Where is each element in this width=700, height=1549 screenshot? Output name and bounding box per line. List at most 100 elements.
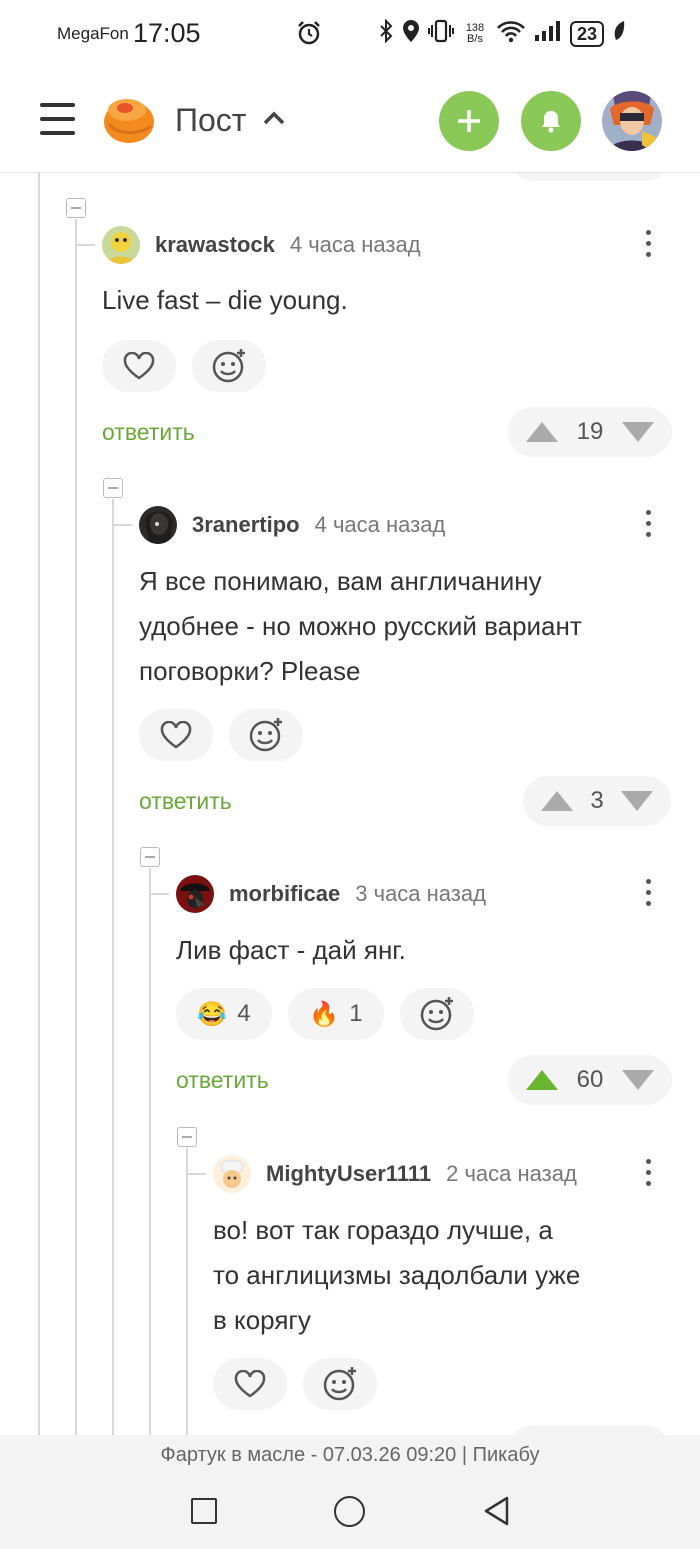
vote-widget: 19 (508, 407, 672, 457)
vote-widget: 60 (508, 1055, 672, 1105)
reaction-count: 4 (237, 1000, 251, 1027)
reactions-bar (139, 709, 303, 761)
menu-icon[interactable] (40, 103, 75, 135)
more-options-icon[interactable] (646, 1159, 652, 1189)
collapse-thread-button[interactable] (103, 478, 123, 498)
add-emoji-icon (212, 349, 245, 383)
heart-icon (234, 1370, 266, 1398)
reactions-bar (213, 1358, 377, 1410)
avatar[interactable] (102, 226, 140, 264)
downvote-arrow-icon[interactable] (621, 1070, 654, 1090)
thread-line (75, 219, 77, 1435)
comment-text: Я все понимаю, вам англичанину удобнее -… (139, 559, 582, 694)
comment: 3ranertipo 4 часа назад Я все понимаю, в… (139, 506, 679, 836)
location-icon (402, 19, 420, 49)
fire-emoji-icon: 🔥 (309, 1000, 340, 1028)
add-reaction-button[interactable] (400, 988, 474, 1040)
vote-widget: 3 (523, 776, 671, 826)
avatar[interactable] (213, 1155, 251, 1193)
comment-text-line: поговорки? Please (139, 656, 361, 686)
comment: MightyUser1111 2 часа назад во! вот так … (213, 1155, 673, 1435)
collapse-thread-button[interactable] (140, 847, 160, 867)
thread-branch (149, 893, 169, 895)
reply-link[interactable]: ответить (102, 419, 195, 446)
laughing-emoji-icon: 😂 (197, 1000, 228, 1028)
comment-timestamp[interactable]: 4 часа назад (315, 512, 446, 538)
avatar[interactable] (176, 875, 214, 913)
reaction-count: 1 (349, 1000, 363, 1027)
upvote-arrow-icon[interactable] (541, 791, 573, 811)
comment-header: MightyUser1111 2 часа назад (213, 1155, 577, 1193)
thread-branch (75, 244, 95, 246)
bluetooth-icon (378, 18, 394, 49)
add-post-button[interactable] (439, 91, 499, 151)
add-emoji-icon (249, 718, 282, 752)
comment-timestamp[interactable]: 2 часа назад (446, 1161, 577, 1187)
thread-line (186, 1148, 188, 1435)
reply-link[interactable]: ответить (139, 788, 232, 815)
reactions-bar: 😂 4 🔥 1 (176, 988, 474, 1040)
clock: 17:05 (133, 18, 201, 48)
back-button[interactable] (482, 1495, 510, 1532)
page-title[interactable]: Пост (175, 102, 246, 139)
comment-timestamp[interactable]: 4 часа назад (290, 232, 421, 258)
reply-link[interactable]: ответить (176, 1067, 269, 1094)
add-emoji-icon (420, 997, 453, 1031)
more-options-icon[interactable] (646, 230, 652, 260)
like-button[interactable] (213, 1358, 287, 1410)
comment: krawastock 4 часа назад Live fast – die … (102, 226, 682, 476)
vote-widget[interactable] (510, 173, 670, 181)
reaction-laugh[interactable]: 😂 4 (176, 988, 272, 1040)
upvote-arrow-icon[interactable] (526, 422, 558, 442)
comment-text: во! вот так гораздо лучше, а то англициз… (213, 1208, 580, 1343)
home-button[interactable] (334, 1496, 365, 1527)
comment-text-line: то англицизмы задолбали уже (213, 1260, 581, 1290)
comment: morbificae 3 часа назад Лив фаст - дай я… (176, 875, 676, 1115)
comment-text-line: удобнее - но можно русский вариант (139, 611, 582, 641)
system-nav-bar (0, 1475, 700, 1549)
comment-username[interactable]: morbificae (229, 881, 340, 907)
comment-text-line: в корягу (213, 1305, 311, 1335)
net-speed: 138 B/s (462, 23, 488, 45)
pikabu-logo-icon[interactable] (103, 96, 155, 144)
screenshot-caption: Фартук в масле - 07.03.26 09:20 | Пикабу (0, 1435, 700, 1475)
vibrate-icon (428, 19, 454, 49)
status-bar: MegaFon 17:05 138 B/s 23 (0, 0, 700, 70)
comment-username[interactable]: krawastock (155, 232, 275, 258)
collapse-thread-button[interactable] (66, 198, 86, 218)
add-emoji-icon (323, 1367, 356, 1401)
notifications-button[interactable] (521, 91, 581, 151)
carrier-name: MegaFon (57, 24, 129, 43)
downvote-arrow-icon[interactable] (620, 791, 653, 811)
reactions-bar (102, 340, 266, 392)
add-reaction-button[interactable] (229, 709, 303, 761)
thread-line (112, 499, 114, 1435)
rating-value: 3 (590, 787, 604, 814)
heart-icon (160, 721, 192, 749)
user-avatar[interactable] (602, 91, 662, 151)
back-triangle-icon (484, 1496, 509, 1526)
recent-apps-button[interactable] (191, 1498, 217, 1524)
collapse-thread-button[interactable] (177, 1127, 197, 1147)
rating-value: 19 (576, 418, 604, 445)
comment-username[interactable]: MightyUser1111 (266, 1161, 431, 1187)
more-options-icon[interactable] (646, 879, 652, 909)
add-reaction-button[interactable] (192, 340, 266, 392)
comment-timestamp[interactable]: 3 часа назад (355, 881, 486, 907)
comment-username[interactable]: 3ranertipo (192, 512, 300, 538)
more-options-icon[interactable] (646, 510, 652, 540)
downvote-arrow-icon[interactable] (621, 422, 654, 442)
like-button[interactable] (139, 709, 213, 761)
add-reaction-button[interactable] (303, 1358, 377, 1410)
comment-header: krawastock 4 часа назад (102, 226, 421, 264)
comment-header: morbificae 3 часа назад (176, 875, 486, 913)
like-button[interactable] (102, 340, 176, 392)
thread-branch (186, 1173, 206, 1175)
chevron-up-icon[interactable] (263, 106, 285, 132)
comment-text: Лив фаст - дай янг. (176, 935, 406, 965)
upvote-arrow-icon[interactable] (526, 1070, 558, 1090)
bell-icon (542, 111, 560, 133)
reaction-fire[interactable]: 🔥 1 (288, 988, 384, 1040)
avatar[interactable] (139, 506, 177, 544)
vote-widget[interactable] (509, 1425, 669, 1435)
